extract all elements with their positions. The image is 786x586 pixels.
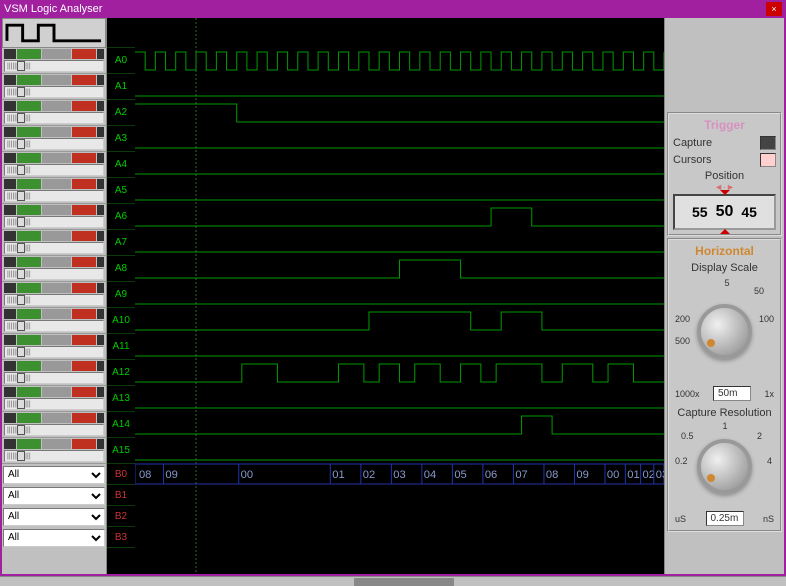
capture-option[interactable]: Capture xyxy=(673,136,776,150)
channel-control[interactable] xyxy=(2,360,106,386)
svg-text:07: 07 xyxy=(515,469,527,481)
bus-select[interactable]: All xyxy=(3,529,105,547)
channel-control[interactable] xyxy=(2,230,106,256)
channel-label[interactable]: A5 xyxy=(107,178,135,204)
channel-control[interactable] xyxy=(2,152,106,178)
channel-label[interactable]: A3 xyxy=(107,126,135,152)
channel-label[interactable]: A11 xyxy=(107,334,135,360)
display-scale-value[interactable]: 50m xyxy=(713,386,751,401)
channel-control[interactable] xyxy=(2,48,106,74)
scrollbar-thumb[interactable] xyxy=(354,578,454,586)
horizontal-title: Horizontal xyxy=(673,244,776,258)
channel-label[interactable]: A2 xyxy=(107,100,135,126)
channel-control[interactable] xyxy=(2,282,106,308)
svg-text:06: 06 xyxy=(485,469,497,481)
channel-label[interactable]: B3 xyxy=(107,527,135,548)
trigger-panel: Trigger Capture Cursors Position ◄·► 55 … xyxy=(667,112,782,236)
channel-label[interactable]: A10 xyxy=(107,308,135,334)
bus-select[interactable]: All xyxy=(3,487,105,505)
channel-label[interactable]: A8 xyxy=(107,256,135,282)
channel-label[interactable]: A0 xyxy=(107,48,135,74)
waveform-display[interactable]: 08090001020304050607080900010203 xyxy=(135,18,664,574)
close-button[interactable]: × xyxy=(766,2,782,16)
trigger-title: Trigger xyxy=(673,118,776,132)
svg-text:08: 08 xyxy=(139,469,151,481)
main-area: AllAllAllAll A0A1A2A3A4A5A6A7A8A9A10A11A… xyxy=(0,18,786,576)
display-scale-dial[interactable]: 5 50 100 200 500 xyxy=(673,276,776,386)
capture-swatch xyxy=(760,136,776,150)
horizontal-scrollbar[interactable] xyxy=(0,576,786,586)
channel-control[interactable] xyxy=(2,256,106,282)
svg-text:00: 00 xyxy=(241,469,253,481)
svg-text:02: 02 xyxy=(643,469,655,481)
capture-resolution-label: Capture Resolution xyxy=(673,407,776,419)
bus-select[interactable]: All xyxy=(3,466,105,484)
channel-label[interactable]: B1 xyxy=(107,485,135,506)
channel-labels-column: A0A1A2A3A4A5A6A7A8A9A10A11A12A13A14A15 B… xyxy=(107,18,135,574)
channel-control[interactable] xyxy=(2,386,106,412)
svg-text:02: 02 xyxy=(363,469,375,481)
capture-resolution-dial[interactable]: 1 2 4 0.5 0.2 xyxy=(673,421,776,511)
cursors-swatch xyxy=(760,153,776,167)
channel-control[interactable] xyxy=(2,438,106,464)
channel-control[interactable] xyxy=(2,412,106,438)
window-title: VSM Logic Analyser xyxy=(4,3,766,15)
channel-label[interactable]: A1 xyxy=(107,74,135,100)
channel-label[interactable]: A9 xyxy=(107,282,135,308)
channel-control[interactable] xyxy=(2,178,106,204)
titlebar[interactable]: VSM Logic Analyser × xyxy=(0,0,786,18)
channel-control[interactable] xyxy=(2,74,106,100)
channel-control[interactable] xyxy=(2,308,106,334)
channel-control[interactable] xyxy=(2,126,106,152)
left-controls-panel: All All All All xyxy=(2,18,107,574)
channel-control[interactable] xyxy=(2,204,106,230)
position-wheel[interactable]: 55 50 45 xyxy=(673,194,776,230)
capture-resolution-value[interactable]: 0.25m xyxy=(706,511,744,526)
display-scale-label: Display Scale xyxy=(673,262,776,274)
svg-text:09: 09 xyxy=(576,469,588,481)
channel-control[interactable] xyxy=(2,334,106,360)
svg-text:09: 09 xyxy=(165,469,177,481)
svg-text:08: 08 xyxy=(546,469,558,481)
svg-text:04: 04 xyxy=(424,469,436,481)
channel-label[interactable]: A7 xyxy=(107,230,135,256)
bus-select[interactable]: All xyxy=(3,508,105,526)
channel-label[interactable]: B0 xyxy=(107,464,135,485)
channel-label[interactable]: B2 xyxy=(107,506,135,527)
channel-label[interactable]: A12 xyxy=(107,360,135,386)
channel-label[interactable]: A13 xyxy=(107,386,135,412)
waveform-icon xyxy=(2,18,106,48)
right-panel: Trigger Capture Cursors Position ◄·► 55 … xyxy=(664,18,784,574)
horizontal-panel: Horizontal Display Scale 5 50 100 200 50… xyxy=(667,238,782,532)
svg-text:01: 01 xyxy=(627,469,639,481)
svg-text:05: 05 xyxy=(454,469,466,481)
svg-text:01: 01 xyxy=(332,469,344,481)
svg-text:03: 03 xyxy=(656,469,664,481)
channel-label[interactable]: A6 xyxy=(107,204,135,230)
svg-text:03: 03 xyxy=(393,469,405,481)
channel-label[interactable]: A15 xyxy=(107,438,135,464)
channel-control[interactable] xyxy=(2,100,106,126)
position-label: Position xyxy=(673,170,776,182)
svg-text:00: 00 xyxy=(607,469,619,481)
cursors-option[interactable]: Cursors xyxy=(673,153,776,167)
channel-label[interactable]: A14 xyxy=(107,412,135,438)
channel-label[interactable]: A4 xyxy=(107,152,135,178)
